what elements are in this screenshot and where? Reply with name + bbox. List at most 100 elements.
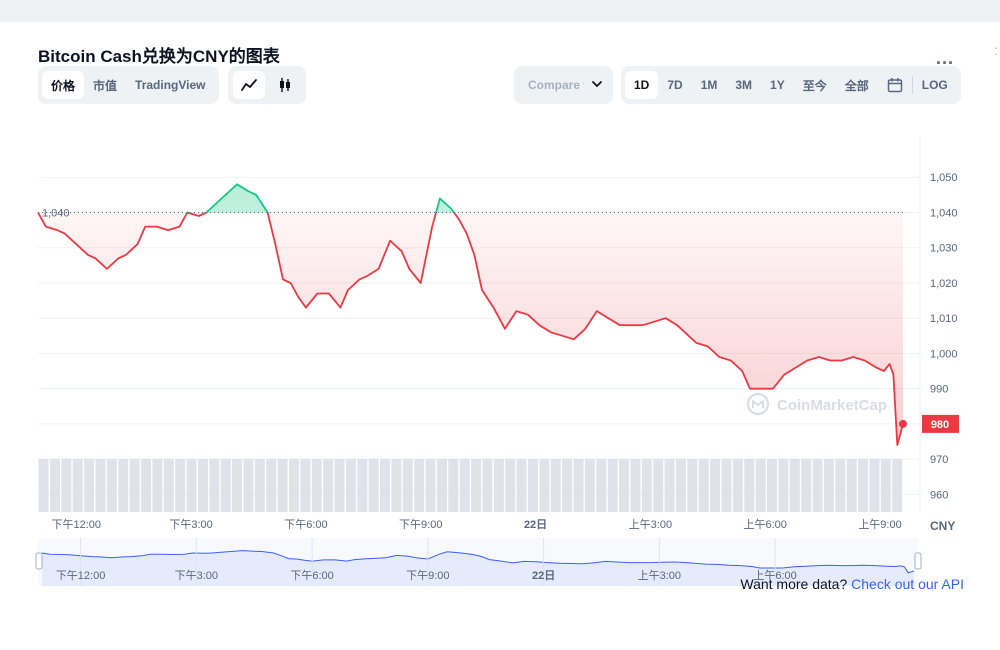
volume-bar [721, 459, 732, 512]
volume-bar [698, 459, 709, 512]
volume-bar [755, 459, 766, 512]
volume-bar [380, 459, 391, 512]
volume-bar [95, 459, 106, 512]
y-tick-label: 990 [930, 384, 948, 396]
volume-bar [334, 459, 345, 512]
volume-bar [789, 459, 800, 512]
volume-bar [869, 459, 880, 512]
volume-bar [414, 459, 425, 512]
volume-bar [630, 459, 641, 512]
volume-bar [402, 459, 413, 512]
navigator-handle-left[interactable] [35, 552, 43, 570]
volume-bar [220, 459, 231, 512]
volume-bars [38, 459, 903, 512]
volume-bar [129, 459, 140, 512]
volume-bar [84, 459, 95, 512]
navigator-handle-right[interactable] [914, 552, 922, 570]
volume-bar [573, 459, 584, 512]
y-tick-label: 960 [930, 489, 948, 501]
navigator-tick-label: 上午3:00 [638, 569, 681, 582]
volume-bar [892, 459, 903, 512]
volume-bar [345, 459, 356, 512]
volume-bar [323, 459, 334, 512]
volume-bar [436, 459, 447, 512]
volume-bar [482, 459, 493, 512]
volume-bar [607, 459, 618, 512]
volume-bar [778, 459, 789, 512]
navigator-tick-label: 下午3:00 [175, 569, 218, 582]
volume-bar [266, 459, 277, 512]
volume-bar [300, 459, 311, 512]
volume-bar [288, 459, 299, 512]
api-prompt: Want more data? Check out our API [740, 576, 964, 592]
navigator-tick-label: 22日 [532, 569, 555, 582]
y-tick-label: 1,000 [930, 348, 958, 360]
x-tick-label: 下午9:00 [399, 518, 442, 531]
x-tick-label: 22日 [524, 518, 547, 531]
x-axis-labels: 下午12:00 下午3:00 下午6:00 下午9:00 22日 上午3:00 上午6:00… [52, 518, 902, 531]
y-tick-label: 1,030 [930, 243, 958, 255]
volume-bar [710, 459, 721, 512]
x-tick-label: 上午6:00 [744, 518, 787, 531]
volume-bar [858, 459, 869, 512]
volume-bar [368, 459, 379, 512]
volume-bar [232, 459, 243, 512]
volume-bar [163, 459, 174, 512]
volume-bar [562, 459, 573, 512]
volume-bar [584, 459, 595, 512]
current-price-dot [899, 419, 907, 428]
navigator-tick-label: 下午12:00 [56, 569, 106, 582]
volume-bar [835, 459, 846, 512]
volume-bar [186, 459, 197, 512]
volume-bar [197, 459, 208, 512]
volume-bar [516, 459, 527, 512]
volume-bar [425, 459, 436, 512]
volume-bar [550, 459, 561, 512]
area-below-baseline [38, 212, 903, 445]
current-price-label: 980 [931, 419, 949, 431]
volume-bar [152, 459, 163, 512]
price-area [38, 184, 903, 445]
volume-bar [823, 459, 834, 512]
volume-bar [106, 459, 117, 512]
x-tick-label: 上午9:00 [858, 518, 901, 531]
x-tick-label: 下午12:00 [52, 518, 102, 531]
y-axis-labels: 1,050 1,040 1,030 1,020 1,010 1,000 990 980 970 9… [930, 172, 958, 501]
volume-bar [596, 459, 607, 512]
baseline-label: 1,040 [42, 207, 70, 219]
volume-bar [38, 459, 49, 512]
coinmarketcap-watermark: CoinMarketCap [746, 392, 887, 416]
api-prompt-text: Want more data? [740, 576, 848, 592]
x-tick-label: 下午3:00 [169, 518, 212, 531]
volume-bar [801, 459, 812, 512]
y-tick-label: 1,020 [930, 278, 958, 290]
volume-bar [209, 459, 220, 512]
volume-bar [175, 459, 186, 512]
price-chart: 1,040 1,050 1,040 1,030 1,020 1,010 1,000 990 9… [35, 135, 959, 586]
api-link[interactable]: Check out our API [851, 576, 964, 592]
volume-bar [448, 459, 459, 512]
volume-bar [471, 459, 482, 512]
navigator-tick-label: 下午9:00 [406, 569, 449, 582]
volume-bar [357, 459, 368, 512]
y-tick-label: 1,040 [930, 207, 958, 219]
volume-bar [141, 459, 152, 512]
volume-bar [664, 459, 675, 512]
volume-bar [812, 459, 823, 512]
volume-bar [505, 459, 516, 512]
volume-bar [49, 459, 60, 512]
y-tick-label: 1,010 [930, 313, 958, 325]
current-price-tag: 980 [922, 414, 959, 433]
volume-bar [539, 459, 550, 512]
watermark-text: CoinMarketCap [777, 397, 887, 414]
volume-bar [880, 459, 891, 512]
volume-bar [277, 459, 288, 512]
currency-label: CNY [930, 519, 955, 533]
volume-bar [459, 459, 470, 512]
volume-bar [72, 459, 83, 512]
volume-bar [61, 459, 72, 512]
volume-bar [243, 459, 254, 512]
volume-bar [641, 459, 652, 512]
x-tick-label: 下午6:00 [284, 518, 327, 531]
volume-bar [254, 459, 265, 512]
